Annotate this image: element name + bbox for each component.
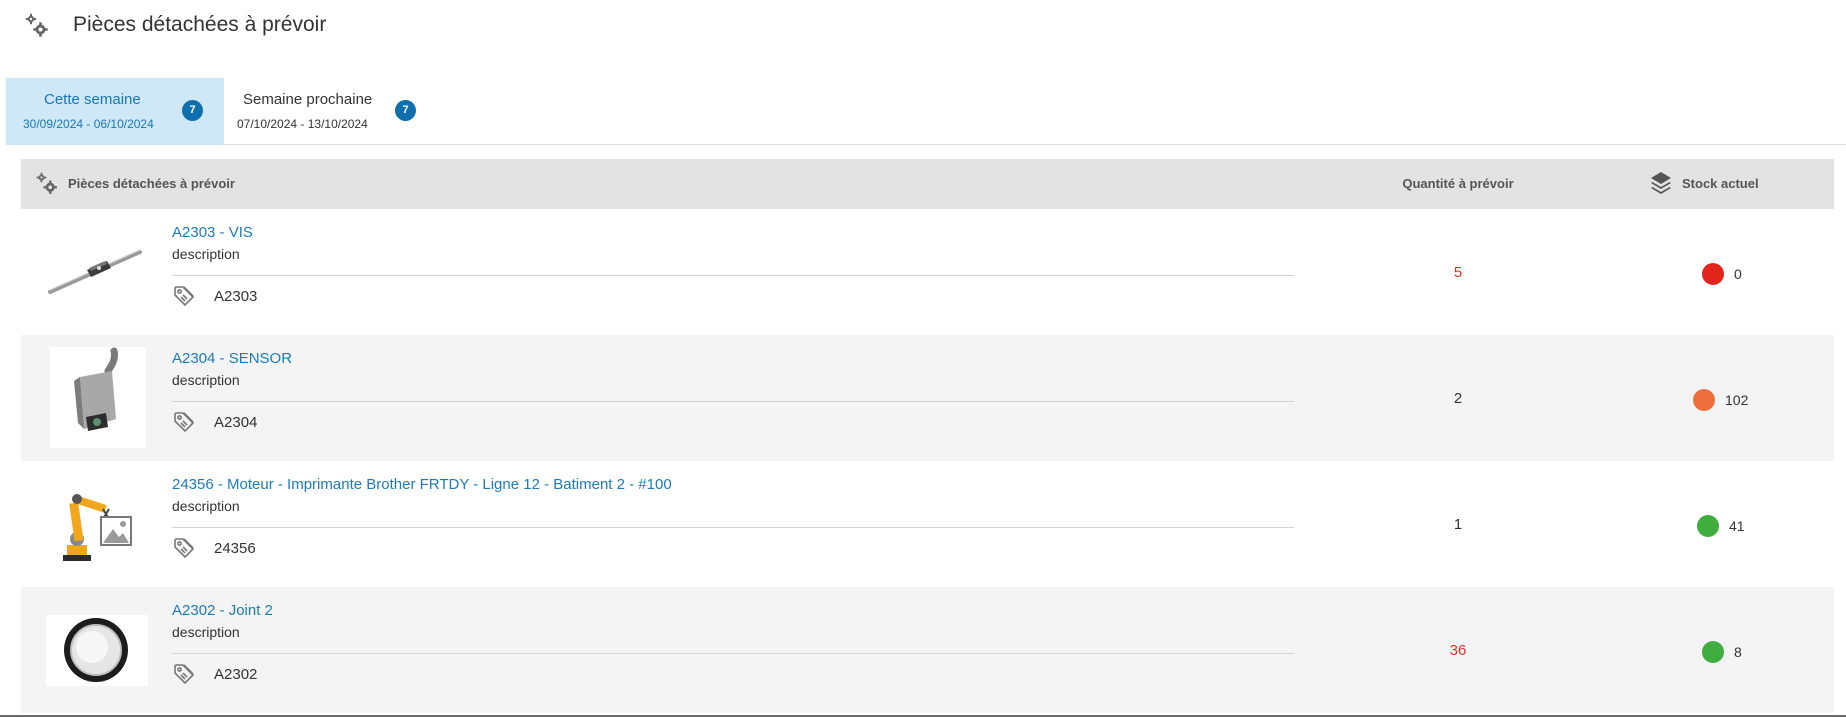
tag-icon — [174, 286, 195, 307]
stock-status-dot — [1702, 263, 1724, 285]
linear-rail-image — [47, 230, 143, 314]
part-description: description — [172, 372, 240, 388]
part-reference: 24356 — [214, 540, 256, 557]
part-reference: A2302 — [214, 666, 258, 683]
table-row[interactable]: A2302 - Joint 2 description A2302 36 8 — [21, 587, 1834, 713]
quantity-value: 1 — [1453, 516, 1463, 533]
table-row[interactable]: A2303 - VIS description A2303 5 0 — [21, 209, 1834, 335]
stock-status-dot — [1702, 641, 1724, 663]
sensor-image — [50, 347, 146, 448]
count-badge: 7 — [395, 100, 416, 121]
robot-arm-image — [57, 479, 153, 569]
column-header-quantity: Quantité à prévoir — [1402, 176, 1514, 191]
stock-value: 8 — [1734, 644, 1742, 660]
stock-indicator: 0 — [1661, 263, 1821, 287]
part-title-link[interactable]: 24356 - Moteur - Imprimante Brother FRTD… — [172, 476, 672, 493]
stock-indicator: 41 — [1661, 515, 1821, 539]
divider — [172, 275, 1294, 276]
stock-status-dot — [1697, 515, 1719, 537]
tab-dates: 07/10/2024 - 13/10/2024 — [237, 117, 368, 131]
stock-value: 0 — [1734, 266, 1742, 282]
tag-icon — [174, 412, 195, 433]
part-description: description — [172, 624, 240, 640]
part-title-link[interactable]: A2304 - SENSOR — [172, 350, 292, 367]
part-reference: A2303 — [214, 288, 258, 305]
gears-icon — [36, 172, 57, 194]
tab-dates: 30/09/2024 - 06/10/2024 — [23, 117, 154, 131]
divider — [172, 653, 1294, 654]
tag-icon — [174, 664, 195, 685]
layers-icon — [1651, 172, 1671, 194]
stock-value: 102 — [1725, 392, 1749, 408]
quantity-value: 2 — [1453, 390, 1463, 407]
column-header-parts: Pièces détachées à prévoir — [68, 176, 235, 191]
part-reference: A2304 — [214, 414, 258, 431]
joint-image — [46, 615, 148, 686]
tag-icon — [174, 538, 195, 559]
parts-table: Pièces détachées à prévoir Quantité à pr… — [21, 159, 1834, 713]
part-description: description — [172, 246, 240, 262]
table-row[interactable]: A2304 - SENSOR description A2304 2 102 — [21, 335, 1834, 461]
stock-value: 41 — [1729, 518, 1745, 534]
page-header: Pièces détachées à prévoir — [0, 0, 1846, 60]
quantity-value: 5 — [1453, 264, 1463, 281]
tab-next-week[interactable]: Semaine prochaine 07/10/2024 - 13/10/202… — [224, 78, 434, 145]
table-header: Pièces détachées à prévoir Quantité à pr… — [21, 159, 1834, 209]
column-header-stock: Stock actuel — [1682, 176, 1759, 191]
stock-indicator: 8 — [1661, 641, 1821, 665]
count-badge: 7 — [182, 100, 203, 121]
part-title-link[interactable]: A2302 - Joint 2 — [172, 602, 273, 619]
week-tabs: Cette semaine 30/09/2024 - 06/10/2024 7 … — [6, 78, 1846, 145]
divider — [172, 527, 1294, 528]
table-row[interactable]: 24356 - Moteur - Imprimante Brother FRTD… — [21, 461, 1834, 587]
tab-label: Semaine prochaine — [243, 91, 373, 108]
tab-this-week[interactable]: Cette semaine 30/09/2024 - 06/10/2024 7 — [6, 78, 224, 145]
page-title: Pièces détachées à prévoir — [73, 13, 327, 36]
quantity-value: 36 — [1449, 642, 1467, 659]
part-title-link[interactable]: A2303 - VIS — [172, 224, 253, 241]
tab-label: Cette semaine — [44, 91, 141, 108]
stock-indicator: 102 — [1661, 389, 1821, 413]
gears-icon — [25, 13, 48, 37]
stock-status-dot — [1693, 389, 1715, 411]
part-description: description — [172, 498, 240, 514]
divider — [172, 401, 1294, 402]
